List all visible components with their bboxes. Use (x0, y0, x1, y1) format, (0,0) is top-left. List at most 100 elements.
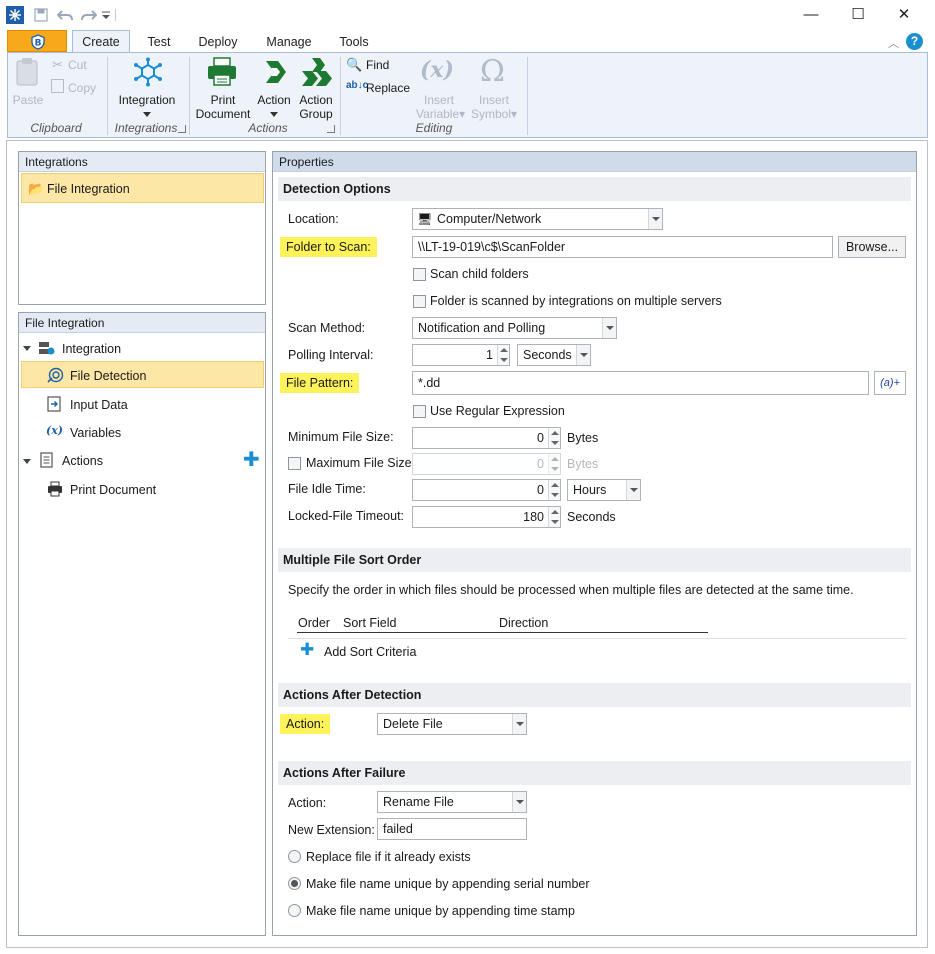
insert-variable-pattern-button[interactable]: (a)+ (874, 371, 906, 395)
use-regex-label: Use Regular Expression (430, 404, 565, 418)
integration-node-icon (38, 340, 55, 359)
max-file-size-spinner-icon[interactable] (548, 454, 560, 474)
cut-button[interactable]: Cut (68, 58, 87, 72)
replace-file-radio[interactable] (288, 850, 301, 863)
title-bar: — ☐ ✕ (0, 0, 935, 30)
file-menu-tab[interactable]: B (7, 30, 67, 52)
locked-file-timeout-stepper[interactable]: 180 (412, 506, 561, 528)
integration-button[interactable]: Integration (111, 93, 183, 107)
polling-unit-select[interactable]: Seconds (517, 344, 591, 366)
editing-group-label: Editing (415, 121, 453, 135)
action-button[interactable]: Action (253, 93, 295, 107)
paste-icon[interactable] (14, 57, 40, 90)
input-data-icon (47, 396, 61, 415)
polling-interval-value: 1 (486, 348, 493, 362)
detection-options-header: Detection Options (278, 177, 911, 201)
locked-file-timeout-spinner-icon[interactable] (548, 507, 560, 527)
multi-server-checkbox[interactable] (413, 295, 426, 308)
integrations-launcher-icon[interactable] (178, 125, 186, 133)
tree-item-input-data[interactable]: Input Data (70, 397, 128, 413)
polling-interval-spinner-icon[interactable] (497, 345, 509, 365)
browse-button[interactable]: Browse... (838, 236, 906, 258)
max-file-size-checkbox[interactable] (288, 457, 301, 470)
integrations-panel-title: Integrations (19, 152, 265, 172)
replace-button[interactable]: Replace (366, 81, 410, 95)
add-action-icon[interactable]: ✚ (243, 450, 260, 470)
tab-deploy[interactable]: Deploy (193, 32, 243, 52)
add-sort-criteria-icon[interactable]: ✚ (300, 641, 314, 659)
file-idle-time-spinner-icon[interactable] (548, 480, 560, 500)
computer-icon: 🖥 (417, 212, 433, 226)
scan-method-select[interactable]: Notification and Polling (412, 317, 617, 339)
new-extension-input[interactable]: failed (377, 818, 527, 840)
find-button[interactable]: Find (366, 58, 389, 72)
scan-method-dropdown-icon (602, 318, 616, 338)
minimize-button[interactable]: — (791, 4, 831, 26)
polling-interval-stepper[interactable]: 1 (412, 344, 510, 366)
after-detection-action-select[interactable]: Delete File (377, 713, 527, 735)
folder-open-icon: 📂 (28, 181, 45, 196)
action-dropdown-icon[interactable] (270, 112, 278, 117)
file-pattern-input[interactable]: *.dd (412, 371, 869, 395)
polling-unit-dropdown-icon (576, 345, 590, 365)
timestamp-radio[interactable] (288, 904, 301, 917)
tab-test[interactable]: Test (140, 32, 178, 52)
tree-expand-icon[interactable] (23, 346, 31, 351)
tree-item-file-detection-label: File Detection (70, 369, 147, 383)
integration-list-item[interactable]: 📂 File Integration (21, 173, 264, 203)
tree-item-actions[interactable]: Actions (62, 453, 103, 469)
insert-variable-button[interactable]: Insert Variable▾ (416, 93, 465, 121)
idle-unit-value: Hours (573, 483, 607, 497)
action-group-button[interactable]: Action Group (295, 93, 337, 121)
actions-expand-icon[interactable] (23, 459, 31, 464)
use-regex-checkbox[interactable] (413, 405, 426, 418)
after-failure-action-label: Action: (288, 796, 327, 810)
help-icon[interactable]: ? (906, 33, 923, 50)
min-file-size-spinner-icon[interactable] (548, 428, 560, 448)
insert-symbol-button[interactable]: Insert Symbol▾ (468, 93, 520, 121)
tab-manage[interactable]: Manage (261, 32, 317, 52)
undo-icon[interactable] (56, 6, 74, 24)
insert-variable-label-1: Insert (423, 93, 454, 107)
paste-button[interactable]: Paste (10, 93, 46, 107)
tab-tools[interactable]: Tools (334, 32, 374, 52)
copy-button[interactable]: Copy (68, 81, 96, 95)
replace-file-label: Replace file if it already exists (306, 850, 471, 864)
file-menu-icon: B (31, 34, 45, 50)
print-document-node-icon (47, 481, 63, 500)
location-select[interactable]: 🖥 Computer/Network (412, 208, 663, 230)
scan-child-folders-label: Scan child folders (430, 267, 529, 281)
max-file-size-stepper[interactable]: 0 (412, 453, 561, 475)
folder-to-scan-input[interactable]: \\LT-19-019\c$\ScanFolder (412, 236, 833, 258)
app-icon[interactable] (6, 6, 24, 24)
actions-launcher-icon[interactable] (327, 125, 335, 133)
sort-col-order: Order (298, 616, 330, 630)
tab-create[interactable]: Create (72, 30, 130, 53)
file-idle-time-stepper[interactable]: 0 (412, 479, 561, 501)
action-group-label-1: Action (299, 93, 333, 107)
serial-number-radio[interactable] (288, 877, 301, 890)
integration-tree-title: File Integration (19, 313, 265, 333)
insert-symbol-label-2: Symbol (470, 107, 511, 121)
redo-icon[interactable] (80, 6, 98, 24)
close-button[interactable]: ✕ (884, 4, 924, 26)
ribbon-tabs: B Create Test Deploy Manage Tools ︿ ? (0, 30, 935, 53)
maximize-button[interactable]: ☐ (838, 4, 878, 26)
add-sort-criteria-link[interactable]: Add Sort Criteria (324, 644, 416, 660)
tree-item-integration[interactable]: Integration (62, 341, 121, 357)
min-file-size-stepper[interactable]: 0 (412, 427, 561, 449)
print-document-button[interactable]: Print Document (193, 93, 253, 121)
tree-item-print-document[interactable]: Print Document (70, 482, 156, 498)
save-icon[interactable] (32, 6, 50, 24)
tree-item-file-detection[interactable]: File Detection (21, 361, 264, 388)
tree-item-variables[interactable]: Variables (70, 425, 121, 441)
idle-unit-select[interactable]: Hours (567, 479, 641, 501)
customize-icon[interactable] (100, 6, 112, 24)
integration-dropdown-icon[interactable] (143, 112, 151, 117)
collapse-ribbon-icon[interactable]: ︿ (888, 35, 899, 51)
integration-icon (133, 57, 163, 90)
scan-child-folders-checkbox[interactable] (413, 268, 426, 281)
after-failure-action-select[interactable]: Rename File (377, 791, 527, 813)
ribbon-divider (107, 57, 108, 135)
multi-server-label: Folder is scanned by integrations on mul… (430, 294, 722, 308)
